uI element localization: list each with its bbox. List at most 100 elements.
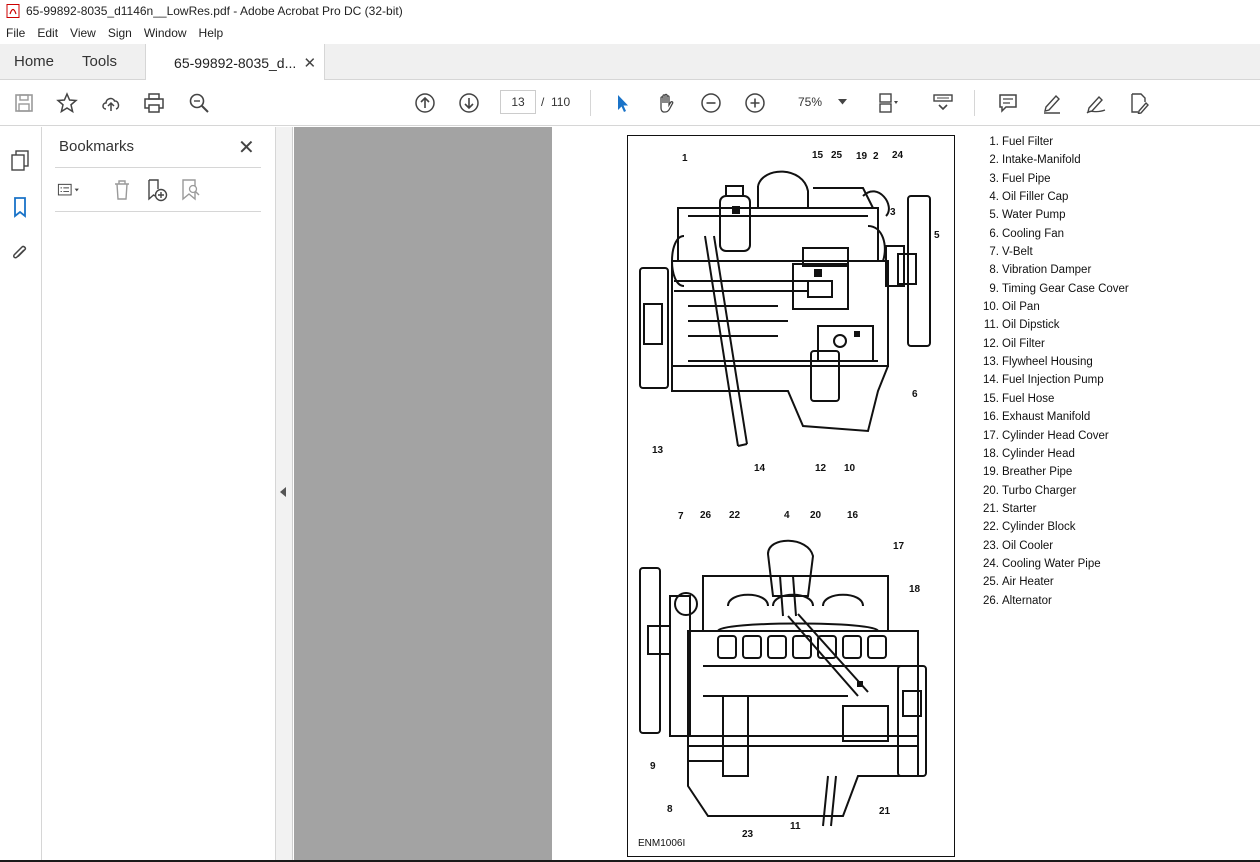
legend-number: 12.: [983, 337, 999, 350]
title-bar: 65-99892-8035_d1146n__LowRes.pdf - Adobe…: [0, 0, 1260, 22]
panel-collapse-handle[interactable]: [276, 127, 293, 862]
menu-view[interactable]: View: [64, 26, 102, 40]
legend-item: 15. Fuel Hose: [972, 390, 1129, 408]
read-mode-icon[interactable]: [931, 91, 955, 115]
menu-edit[interactable]: Edit: [31, 26, 64, 40]
document-background: [294, 127, 552, 862]
add-bookmark-icon[interactable]: [144, 178, 168, 202]
zoom-out-icon[interactable]: [699, 91, 723, 115]
bookmark-icon[interactable]: [9, 196, 31, 218]
legend-label: Vibration Damper: [1002, 264, 1092, 277]
callout-label: 1: [682, 153, 688, 164]
pdf-page: 1 15 25 19 2 24 3 5 6 13 14 12 10 7 26 2…: [552, 127, 1260, 862]
legend-item: 19. Breather Pipe: [972, 463, 1129, 481]
previous-page-icon[interactable]: [413, 91, 437, 115]
legend-number: 11.: [983, 319, 999, 332]
legend-label: Water Pump: [1002, 209, 1066, 222]
delete-bookmark-icon[interactable]: [110, 178, 134, 202]
legend-item: 5. Water Pump: [972, 206, 1129, 224]
page-total: / 110: [541, 95, 570, 109]
menu-sign[interactable]: Sign: [102, 26, 138, 40]
legend-item: 1. Fuel Filter: [972, 133, 1129, 151]
legend-item: 22. Cylinder Block: [972, 518, 1129, 536]
main-toolbar: [0, 80, 1260, 126]
legend-number: 21.: [983, 502, 999, 515]
tab-tools[interactable]: Tools: [68, 44, 131, 79]
legend-number: 10.: [983, 301, 999, 314]
legend-item: 8. Vibration Damper: [972, 261, 1129, 279]
legend-item: 18. Cylinder Head: [972, 445, 1129, 463]
zoom-in-icon[interactable]: [743, 91, 767, 115]
legend-label: Exhaust Manifold: [1002, 411, 1091, 424]
legend-number: 5.: [989, 209, 999, 222]
legend-label: Cooling Fan: [1002, 227, 1065, 240]
star-icon[interactable]: [55, 91, 79, 115]
next-page-icon[interactable]: [457, 91, 481, 115]
legend-item: 13. Flywheel Housing: [972, 353, 1129, 371]
legend-number: 22.: [983, 521, 999, 534]
legend-number: 13.: [983, 356, 999, 369]
legend-number: 6.: [989, 227, 999, 240]
bookmark-options-icon[interactable]: [57, 178, 81, 202]
cloud-upload-icon[interactable]: [99, 91, 123, 115]
callout-label: 7: [678, 511, 684, 522]
legend-item: 10. Oil Pan: [972, 298, 1129, 316]
fill-sign-icon[interactable]: [1084, 91, 1108, 115]
print-icon[interactable]: [142, 91, 166, 115]
callout-label: 16: [847, 510, 859, 521]
legend-number: 9.: [989, 282, 999, 295]
page-thumbnails-icon[interactable]: [9, 149, 31, 171]
legend-item: 9. Timing Gear Case Cover: [972, 280, 1128, 298]
legend-item: 20. Turbo Charger: [972, 482, 1129, 500]
zoom-select[interactable]: 75%: [786, 90, 856, 114]
callout-label: 24: [892, 150, 904, 161]
legend-number: 18.: [983, 447, 999, 460]
callout-label: 11: [790, 821, 801, 832]
callout-label: 8: [667, 804, 673, 815]
legend-item: 25. Air Heater: [972, 573, 1129, 591]
tab-document[interactable]: 65-99892-8035_d... ✕: [145, 44, 326, 81]
find-zoom-icon[interactable]: [187, 91, 211, 115]
page-fit-icon[interactable]: [876, 91, 900, 115]
hand-tool-icon[interactable]: [654, 91, 678, 115]
callout-label: 5: [934, 230, 940, 241]
highlight-pen-icon[interactable]: [1040, 91, 1064, 115]
page-number-input[interactable]: 13: [500, 90, 536, 114]
select-cursor-icon[interactable]: [610, 91, 634, 115]
legend-label: Cylinder Block: [1002, 521, 1076, 534]
close-panel-icon[interactable]: ✕: [238, 135, 255, 160]
menu-window[interactable]: Window: [138, 26, 193, 40]
tab-home[interactable]: Home: [0, 44, 68, 79]
legend-item: 12. Oil Filter: [972, 335, 1129, 353]
legend-number: 23.: [983, 539, 999, 552]
page-separator: /: [541, 95, 545, 109]
legend-item: 2. Intake-Manifold: [972, 151, 1129, 169]
legend-label: Alternator: [1002, 594, 1052, 607]
legend-item: 3. Fuel Pipe: [972, 170, 1129, 188]
legend-item: 4. Oil Filler Cap: [972, 188, 1129, 206]
attachment-icon[interactable]: [9, 242, 31, 264]
legend-label: V-Belt: [1002, 246, 1033, 259]
legend-item: 11. Oil Dipstick: [972, 316, 1129, 334]
legend-label: Intake-Manifold: [1002, 154, 1081, 167]
legend-item: 21. Starter: [972, 500, 1129, 518]
zoom-value: 75%: [798, 95, 823, 109]
callout-label: 17: [893, 541, 905, 552]
menu-help[interactable]: Help: [193, 26, 230, 40]
callout-label: 6: [912, 389, 918, 400]
close-tab-icon[interactable]: ✕: [303, 54, 316, 72]
legend-label: Breather Pipe: [1002, 466, 1073, 479]
save-icon[interactable]: [12, 91, 36, 115]
parts-legend: 1. Fuel Filter 2. Intake-Manifold 3. Fuel P…: [972, 133, 1129, 610]
comment-icon[interactable]: [996, 91, 1020, 115]
legend-label: Flywheel Housing: [1002, 356, 1093, 369]
legend-item: 24. Cooling Water Pipe: [972, 555, 1129, 573]
menu-file[interactable]: File: [0, 26, 31, 40]
edit-pdf-icon[interactable]: [1127, 91, 1151, 115]
bookmark-from-selection-icon[interactable]: [178, 178, 202, 202]
legend-item: 16. Exhaust Manifold: [972, 408, 1129, 426]
legend-number: 26.: [983, 594, 999, 607]
legend-number: 19.: [983, 466, 999, 479]
tab-bar: Home Tools 65-99892-8035_d... ✕: [0, 44, 1260, 81]
legend-item: 17. Cylinder Head Cover: [972, 427, 1129, 445]
